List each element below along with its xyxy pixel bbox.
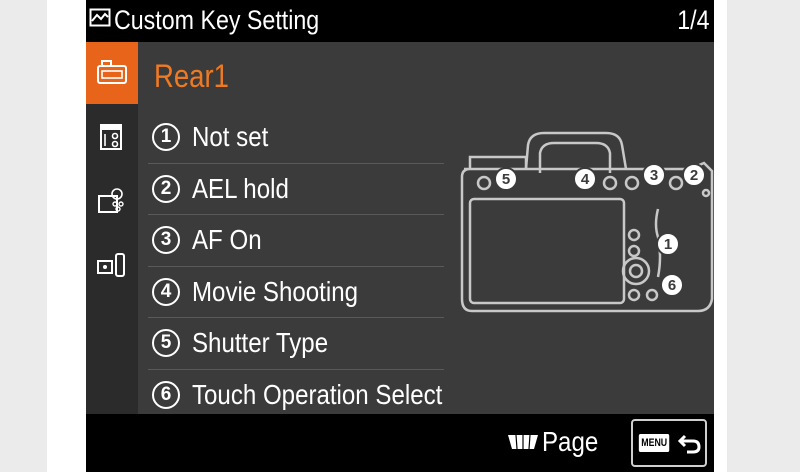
playback-icon [97, 253, 125, 277]
number-badge: 1 [152, 123, 180, 151]
page-title: Custom Key Setting [114, 5, 320, 35]
tab-camera-dial[interactable] [86, 106, 138, 168]
camera-dial-icon [100, 124, 122, 150]
section-heading: Rear1 [154, 58, 229, 94]
page-label: Page [542, 426, 599, 457]
custom-key-icon [89, 8, 111, 27]
callout-2: 2 [690, 167, 698, 184]
camera-icon [97, 60, 127, 84]
menu-back-button[interactable]: MENU [631, 419, 707, 467]
number-badge: 3 [152, 226, 180, 254]
camera-back-diagram: 5 4 3 2 1 6 [460, 131, 714, 313]
control-dial-icon [508, 434, 538, 450]
title-bar: Custom Key Setting 1/4 [86, 0, 714, 42]
callout-1: 1 [664, 236, 672, 253]
callout-4: 4 [581, 171, 590, 188]
page-indicator: 1/4 [677, 5, 710, 35]
item-label: Movie Shooting [192, 275, 358, 307]
list-item[interactable]: 1 Not set [148, 112, 444, 164]
callout-5: 5 [502, 171, 510, 188]
page-button[interactable]: Page [506, 422, 607, 462]
camera-custom-icon [98, 188, 124, 213]
back-arrow-icon [678, 434, 701, 454]
tab-playback[interactable] [86, 234, 138, 296]
number-badge: 4 [152, 277, 180, 306]
list-item[interactable]: 2 AEL hold [148, 164, 444, 215]
menu-label: MENU [638, 434, 670, 452]
list-item[interactable]: 5 Shutter Type [148, 318, 444, 370]
item-label: Touch Operation Select [192, 378, 443, 410]
list-item[interactable]: 4 Movie Shooting [148, 267, 444, 318]
bottom-bar: Page MENU [86, 414, 714, 472]
item-label: AEL hold [192, 172, 289, 204]
item-label: Shutter Type [192, 327, 329, 358]
tab-camera[interactable] [86, 42, 138, 104]
main-panel: Rear1 1 Not set 2 AEL hold 3 AF On 4 Mov… [138, 42, 714, 414]
tab-camera-custom[interactable] [86, 170, 138, 232]
number-badge: 5 [152, 329, 180, 357]
item-label: AF On [192, 224, 262, 255]
list-item[interactable]: 3 AF On [148, 215, 444, 267]
callout-3: 3 [650, 167, 658, 184]
sidebar [86, 42, 138, 414]
number-badge: 2 [152, 174, 180, 203]
item-label: Not set [192, 121, 269, 152]
camera-menu-screen: Custom Key Setting 1/4 Rear1 1 Not set 2… [86, 0, 714, 472]
callout-6: 6 [668, 277, 676, 294]
number-badge: 6 [152, 380, 180, 409]
key-assignment-list: 1 Not set 2 AEL hold 3 AF On 4 Movie Sho… [148, 112, 444, 421]
